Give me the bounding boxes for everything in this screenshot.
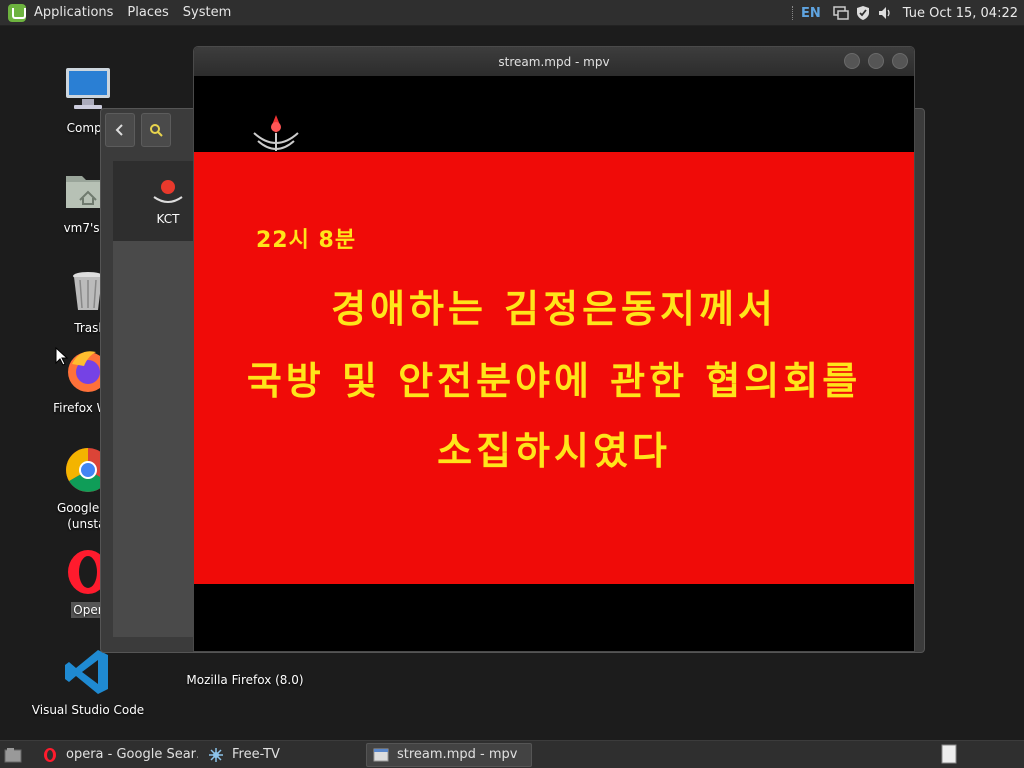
mint-menu-icon[interactable] <box>8 3 26 22</box>
tray-separator <box>792 6 794 20</box>
show-desktop-icon <box>4 747 22 762</box>
desktop-icon-mozilla-firefox[interactable]: Mozilla Firefox (8.0) <box>185 652 305 688</box>
workspace-icon <box>941 744 957 764</box>
desktop-icon-label: Visual Studio Code <box>31 703 145 717</box>
search-icon <box>150 124 163 137</box>
shield-icon[interactable] <box>855 5 871 21</box>
taskbar-item-free-tv[interactable]: Free-TV <box>202 743 362 767</box>
announcement-panel: 22시 8분 경애하는 김정은동지께서 국방 및 안전분야에 관한 협의회를 소… <box>194 152 914 584</box>
mouse-cursor-icon <box>55 347 69 366</box>
back-button[interactable] <box>105 113 135 147</box>
show-desktop-button[interactable] <box>0 743 32 767</box>
taskbar-item-label: Free-TV <box>232 747 280 762</box>
announcement-line-3: 소집하시였다 <box>437 429 671 473</box>
broadcast-time: 22시 8분 <box>256 228 357 253</box>
keyboard-layout-indicator[interactable]: EN <box>801 6 821 21</box>
video-area[interactable]: 22시 8분 경애하는 김정은동지께서 국방 및 안전분야에 관한 협의회를 소… <box>194 76 914 651</box>
menu-places[interactable]: Places <box>127 5 168 20</box>
system-tray: EN Tue Oct 15, 04:22 <box>792 0 1024 26</box>
taskbar: opera - Google Sear… Free-TV stream.mpd … <box>0 740 1024 768</box>
minimize-button[interactable] <box>844 53 860 69</box>
announcement-line-2: 국방 및 안전분야에 관한 협의회를 <box>246 359 862 403</box>
back-arrow-icon <box>115 124 123 136</box>
window-title: stream.mpd - mpv <box>498 54 610 69</box>
mpv-titlebar[interactable]: stream.mpd - mpv <box>194 47 914 76</box>
search-button[interactable] <box>141 113 171 147</box>
taskbar-item-label: stream.mpd - mpv <box>397 747 518 762</box>
channel-logo-icon <box>153 180 183 203</box>
taskbar-item-label: opera - Google Sear… <box>66 747 198 762</box>
mpv-window[interactable]: stream.mpd - mpv 22시 8분 경애하는 김정은동지께서 국방 … <box>193 46 915 652</box>
announcement-line-1: 경애하는 김정은동지께서 <box>331 287 777 331</box>
free-tv-icon <box>209 747 223 762</box>
volume-icon[interactable] <box>877 5 893 21</box>
mpv-window-icon <box>373 748 389 761</box>
network-icon[interactable] <box>833 5 849 21</box>
opera-icon <box>44 747 56 762</box>
desktop-icon-vscode[interactable]: Visual Studio Code <box>28 646 148 718</box>
close-button[interactable] <box>892 53 908 69</box>
menu-system[interactable]: System <box>183 5 231 20</box>
maximize-button[interactable] <box>868 53 884 69</box>
clock[interactable]: Tue Oct 15, 04:22 <box>903 6 1018 21</box>
vscode-icon <box>62 646 114 698</box>
kctv-logo-icon <box>246 111 306 157</box>
taskbar-item-opera[interactable]: opera - Google Sear… <box>36 743 198 767</box>
workspace-switcher[interactable] <box>940 743 958 765</box>
desktop-icon-label: Mozilla Firefox (8.0) <box>186 673 304 687</box>
menu-applications[interactable]: Applications <box>34 5 113 20</box>
taskbar-item-mpv[interactable]: stream.mpd - mpv <box>366 742 532 767</box>
top-panel: Applications Places System EN Tue Oct 15… <box>0 0 1024 26</box>
